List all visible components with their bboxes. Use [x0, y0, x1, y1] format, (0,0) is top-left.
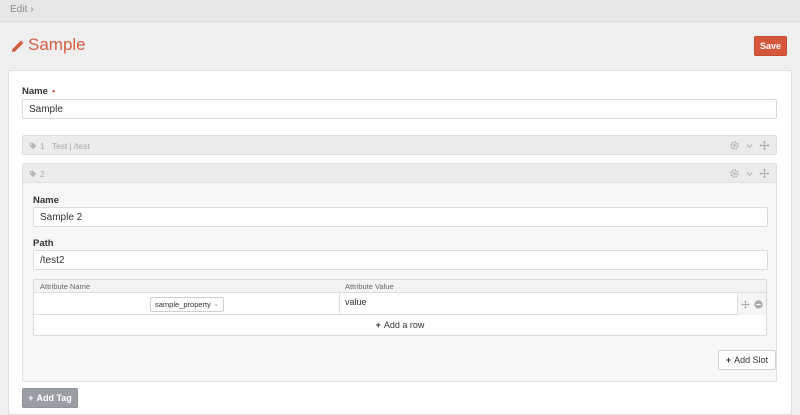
tag-2-number: 2 — [40, 169, 45, 179]
tag-2-header[interactable]: 2 — [23, 164, 776, 183]
tag-2-tools — [729, 168, 770, 179]
minus-circle-icon[interactable] — [754, 299, 763, 309]
add-tag-button[interactable]: + Add Tag — [22, 388, 78, 408]
add-slot-button[interactable]: + Add Slot — [718, 350, 776, 370]
column-header-attribute-value: Attribute Value — [345, 282, 394, 291]
move-icon[interactable] — [759, 168, 770, 179]
page-title: Sample — [28, 35, 86, 54]
tag-1-tools — [729, 140, 770, 151]
attribute-value-input[interactable]: value — [345, 297, 367, 307]
top-bar: Edit › — [0, 0, 800, 22]
breadcrumb: Edit › — [10, 4, 34, 15]
move-icon[interactable] — [741, 299, 750, 309]
tag-panel-1[interactable]: 1 Test |/test — [22, 135, 777, 155]
chevron-down-icon[interactable] — [746, 140, 753, 151]
tag-name-label: Name — [33, 195, 59, 206]
tag-path-input[interactable]: /test2 — [33, 250, 768, 270]
pencil-icon — [12, 40, 24, 52]
tag-name-input[interactable]: Sample 2 — [33, 207, 768, 227]
tag-1-header[interactable]: 1 Test |/test — [29, 141, 90, 151]
tag-1-number: 1 — [40, 141, 45, 151]
breadcrumb-item-edit[interactable]: Edit — [10, 4, 27, 15]
name-label: Name • — [22, 86, 55, 97]
plus-icon: + — [28, 393, 34, 403]
plus-icon: + — [725, 355, 732, 365]
cell-divider — [339, 293, 340, 315]
tag-panel-2: 2 Name Sample 2 Path /test2 Attribute Na… — [22, 163, 777, 382]
column-header-attribute-name: Attribute Name — [40, 282, 91, 291]
tag-2-header-label: 2 — [29, 169, 45, 179]
add-row-label: Add a row — [383, 320, 425, 330]
name-label-text: Name — [22, 86, 48, 97]
attribute-name-selected: sample_property — [155, 300, 211, 309]
save-button[interactable]: Save — [754, 36, 787, 56]
tag-path-label: Path — [33, 238, 54, 249]
table-row: sample_property ⌄ value — [34, 293, 766, 315]
chevron-down-icon: ⌄ — [213, 301, 219, 308]
name-input[interactable]: Sample — [22, 99, 777, 119]
tag-1-separator: | — [69, 141, 72, 151]
attributes-table-header: Attribute Name Attribute Value — [34, 280, 766, 293]
attributes-table: Attribute Name Attribute Value sample_pr… — [33, 279, 767, 336]
add-row-button[interactable]: + Add a row — [34, 316, 766, 335]
tag-1-name: Test — [51, 141, 68, 151]
title-row: Sample Save — [0, 22, 800, 70]
row-tools — [737, 293, 766, 315]
tag-1-path: /test — [73, 141, 90, 151]
tag-icon — [29, 142, 37, 150]
chevron-down-icon[interactable] — [746, 168, 753, 179]
required-indicator: • — [51, 86, 56, 97]
gear-icon[interactable] — [729, 168, 740, 179]
move-icon[interactable] — [759, 140, 770, 151]
plus-icon: + — [375, 320, 381, 330]
edit-form-card: Name • Sample 1 Test |/test 2 Name Sample … — [8, 70, 792, 415]
gear-icon[interactable] — [729, 140, 740, 151]
tag-icon — [29, 170, 37, 178]
add-slot-label: Add Slot — [734, 355, 769, 365]
attribute-name-select[interactable]: sample_property ⌄ — [150, 297, 224, 312]
breadcrumb-separator: › — [30, 4, 34, 15]
add-tag-label: Add Tag — [36, 393, 72, 403]
